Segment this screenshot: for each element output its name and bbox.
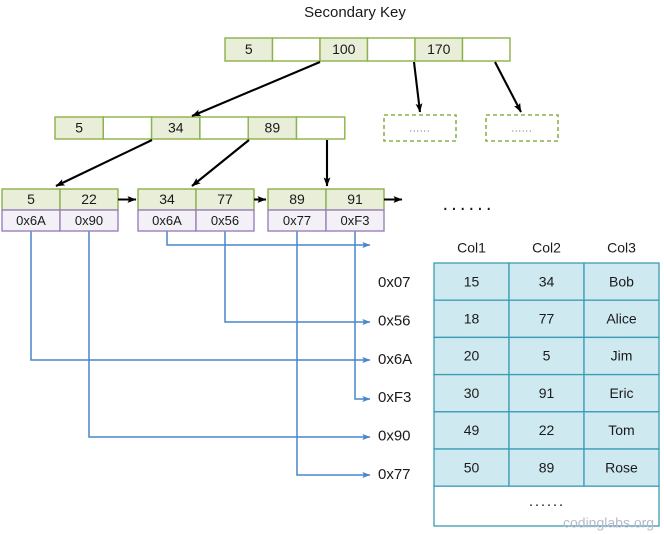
table-cell-text-r4-c0: 49 (464, 422, 480, 438)
level2-node: 5 34 89 (54, 116, 346, 140)
watermark-group: codinglabs.org (563, 515, 654, 531)
table-cell-text-r2-c2: Jim (611, 348, 633, 364)
table-row: 20 5 Jim (433, 336, 660, 376)
pointer-link-0x6A (30, 231, 371, 363)
level2-node-cell-5 (295, 116, 346, 140)
level2-node-key-0: 5 (75, 120, 83, 136)
address-label-0x07: 0x07 (378, 274, 411, 291)
level2-node-key-2: 34 (168, 120, 184, 136)
arrow-root-to-placeholder-0 (412, 61, 423, 113)
diagram-title-group: Secondary Key (304, 4, 406, 21)
diagram-canvas: Secondary Key 5 100 1705 34 89...... ......5 2… (1, 4, 660, 531)
address-label-layer: 0x07 0x56 0x6A 0xF3 0x90 0x77 (378, 274, 412, 483)
leaf-1-key-0: 34 (159, 191, 175, 207)
leaf-1-key-1: 77 (217, 191, 233, 207)
level2-node-cell-1 (102, 116, 153, 140)
table-cell-text-r0-c2: Bob (609, 273, 634, 289)
leaf-node-1: 34 77 0x6A 0x56 (137, 188, 255, 232)
arrow-level2-to-leaf-0 (55, 139, 153, 187)
table-cell-text-r1-c0: 18 (464, 311, 480, 327)
table-cell-text-r3-c2: Eric (609, 385, 633, 401)
leaf-1-ptr-0: 0x6A (152, 213, 182, 228)
data-table-layer: Col1 Col2 Col3 15 34 Bob 18 77 Alice 20 5 Jim 30 91 Er… (433, 240, 660, 527)
pointer-link-layer (30, 231, 371, 478)
pointer-link-0xF3 (354, 231, 371, 402)
leaf-2-ptr-0: 0x77 (283, 213, 311, 228)
root-node-key-4: 170 (427, 41, 451, 57)
leaf-0-key-1: 22 (81, 191, 97, 207)
pointer-link-0x90 (88, 231, 371, 440)
placeholder-node-label-0: ...... (409, 123, 430, 133)
table-cell-text-r5-c1: 89 (539, 459, 555, 475)
leaf-0-ptr-0: 0x6A (16, 213, 46, 228)
table-overflow-label: ······ (529, 496, 565, 513)
table-row: 49 22 Tom (433, 411, 660, 450)
root-node-cell-3 (366, 37, 416, 62)
leaf-0-key-0: 5 (27, 191, 35, 207)
root-node: 5 100 170 (224, 37, 511, 62)
root-node-key-0: 5 (245, 41, 253, 57)
leaf-node-2: 89 91 0x77 0xF3 (267, 188, 385, 232)
leaf-2-ptr-1: 0xF3 (341, 213, 370, 228)
arrow-level2-to-leaf-1 (191, 139, 250, 187)
root-node-cell-1 (271, 37, 321, 62)
table-row: 18 77 Alice (433, 299, 660, 339)
leaf-overflow-ellipsis: ······ (442, 197, 494, 219)
table-row: 30 91 Eric (433, 373, 660, 413)
table-cell-text-r4-c1: 22 (539, 422, 555, 438)
leaf-1-ptr-1: 0x56 (211, 213, 239, 228)
leaf-0-ptr-1: 0x90 (75, 213, 103, 228)
placeholder-node-0: ...... (383, 114, 457, 142)
table-cell-text-r2-c0: 20 (464, 348, 480, 364)
address-label-0xF3: 0xF3 (378, 389, 411, 406)
table-header-Col3: Col3 (607, 240, 636, 256)
address-label-0x6A: 0x6A (378, 351, 412, 368)
placeholder-node-label-1: ...... (511, 123, 532, 133)
arrow-root-to-level2 (191, 61, 321, 117)
table-cell-text-r0-c1: 34 (539, 273, 555, 289)
address-label-0x56: 0x56 (378, 312, 411, 329)
table-cell-text-r3-c1: 91 (539, 385, 555, 401)
pointer-link-0x77 (296, 231, 371, 478)
table-header-Col1: Col1 (457, 240, 486, 256)
table-row: 50 89 Rose (433, 448, 660, 487)
table-cell-text-r5-c2: Rose (605, 459, 638, 475)
watermark-label: codinglabs.org (563, 515, 654, 531)
address-label-0x90: 0x90 (378, 428, 411, 445)
table-cell-text-r0-c0: 15 (464, 273, 480, 289)
table-cell-text-r3-c0: 30 (464, 385, 480, 401)
table-cell-text-r5-c0: 50 (464, 459, 480, 475)
leaf-node-0: 5 22 0x6A 0x90 (1, 188, 119, 232)
level2-node-key-4: 89 (265, 120, 281, 136)
page-title: Secondary Key (304, 4, 406, 21)
level2-node-cell-3 (199, 116, 249, 140)
table-cell-text-r1-c2: Alice (606, 311, 637, 327)
table-row: 15 34 Bob (433, 262, 660, 301)
arrow-root-to-placeholder-1 (494, 61, 522, 113)
table-cell-text-r1-c1: 77 (539, 311, 555, 327)
table-header-Col2: Col2 (532, 240, 561, 256)
root-node-key-2: 100 (332, 41, 356, 57)
secondary-key-index-diagram: Secondary Key 5 100 170 5 34 89............ 5 2… (0, 0, 664, 534)
root-node-cell-5 (461, 37, 511, 62)
btree-layer: 5 100 170 5 34 89...... ...... 5 22 0x6A 0x90 34 77 0… (1, 37, 559, 232)
table-cell-text-r4-c2: Tom (608, 422, 634, 438)
pointer-link-0x07 (166, 231, 371, 248)
address-label-0x77: 0x77 (378, 466, 411, 483)
placeholder-node-1: ...... (485, 114, 559, 142)
leaf-2-key-1: 91 (347, 191, 363, 207)
leaf-2-key-0: 89 (289, 191, 305, 207)
table-cell-text-r2-c1: 5 (543, 348, 551, 364)
